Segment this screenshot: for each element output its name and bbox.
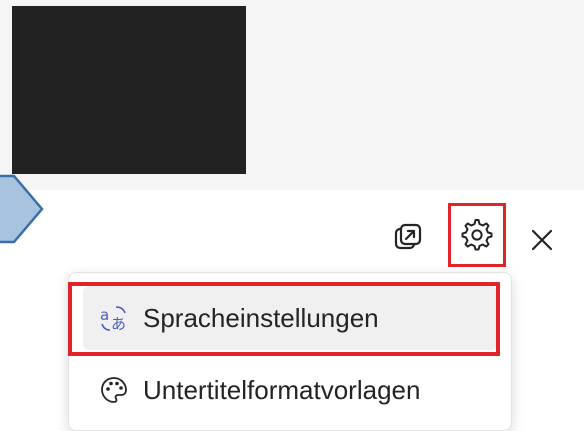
popout-button[interactable] [388, 217, 428, 257]
settings-button[interactable] [448, 203, 506, 267]
video-panel [0, 0, 584, 190]
settings-menu: a あ Spracheinstellungen Untertitelformat… [68, 272, 512, 431]
pointer-arrow-icon [0, 174, 44, 244]
language-translate-icon: a あ [99, 303, 129, 333]
close-icon [531, 229, 553, 251]
close-button[interactable] [522, 220, 562, 260]
menu-item-caption-styles[interactable]: Untertitelformatvorlagen [83, 358, 497, 422]
svg-text:あ: あ [111, 315, 126, 333]
video-thumbnail[interactable] [12, 6, 246, 174]
gear-icon [461, 219, 493, 251]
menu-item-label: Spracheinstellungen [143, 302, 379, 333]
popout-icon [394, 223, 422, 250]
menu-item-label: Untertitelformatvorlagen [143, 374, 421, 405]
svg-text:a: a [100, 306, 109, 324]
menu-item-language-settings[interactable]: a あ Spracheinstellungen [83, 286, 497, 350]
palette-icon [99, 375, 129, 405]
